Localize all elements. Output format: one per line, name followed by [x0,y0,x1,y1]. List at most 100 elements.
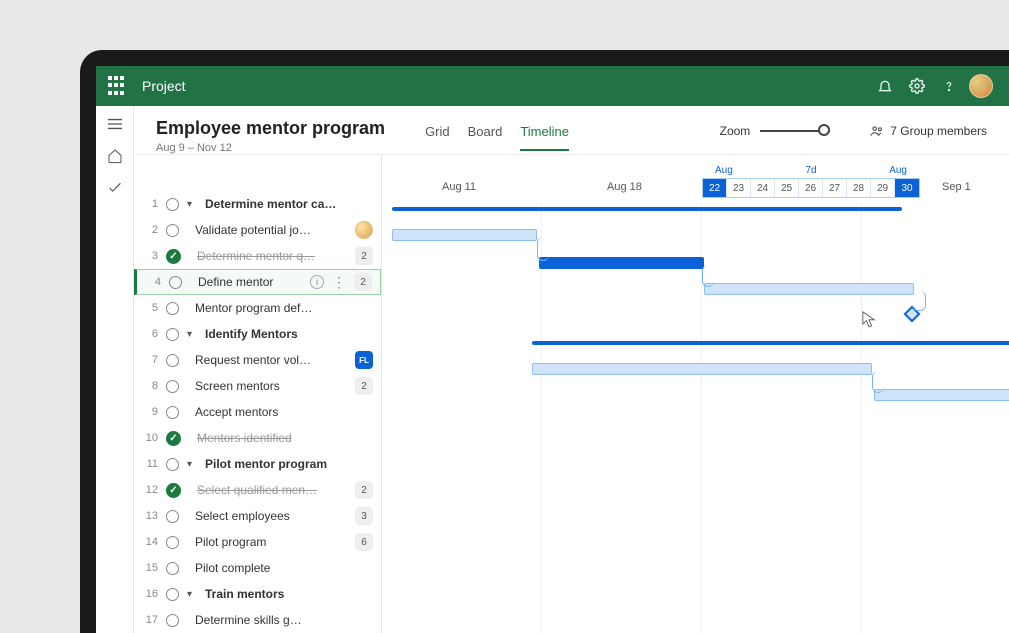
help-icon[interactable] [933,70,965,102]
row-number: 14 [142,536,158,548]
chevron-down-icon[interactable]: ▾ [187,589,197,600]
status-circle-icon[interactable] [166,458,179,471]
task-list: 1▾Determine mentor ca…2Validate potentia… [134,155,382,633]
settings-icon[interactable] [901,70,933,102]
task-name: Determine skills g… [195,613,373,627]
project-title: Employee mentor program [156,118,385,139]
task-row[interactable]: 3Determine mentor q…2 [134,243,381,269]
task-name: Train mentors [205,587,373,601]
date-range-picker[interactable]: Aug 7d Aug 222324252627282930 [702,165,920,198]
task-name: Pilot program [195,535,347,549]
assignee-avatar[interactable] [355,221,373,239]
task-name: Request mentor vol… [195,353,347,367]
tab-timeline[interactable]: Timeline [520,124,569,151]
status-done-icon[interactable] [166,431,181,446]
row-number: 3 [142,250,158,262]
app-launcher-icon[interactable] [108,76,128,96]
task-row[interactable]: 11▾Pilot mentor program [134,451,381,477]
task-name: Identify Mentors [205,327,373,341]
status-circle-icon[interactable] [166,588,179,601]
user-avatar[interactable] [965,70,997,102]
task-row[interactable]: 17Determine skills g… [134,607,381,633]
row-number: 7 [142,354,158,366]
count-badge: 2 [354,273,372,291]
gantt-bar[interactable] [392,229,537,241]
task-row[interactable]: 4Define mentori⋮2 [134,269,381,295]
dependency-link [912,291,926,311]
row-number: 13 [142,510,158,522]
calendar-day[interactable]: 27 [823,179,847,197]
status-circle-icon[interactable] [166,224,179,237]
row-number: 5 [142,302,158,314]
task-row[interactable]: 16 ▾ Train mentors [134,581,381,607]
task-row[interactable]: 14Pilot program6 [134,529,381,555]
task-row[interactable]: 7 Request mentor vol… FL [134,347,381,373]
status-circle-icon[interactable] [166,328,179,341]
gantt-bar[interactable] [704,283,914,295]
calendar-day[interactable]: 24 [751,179,775,197]
status-done-icon[interactable] [166,249,181,264]
chevron-down-icon[interactable]: ▾ [187,199,197,210]
tab-grid[interactable]: Grid [425,124,450,151]
gantt-body[interactable] [382,201,1009,633]
task-row[interactable]: 15Pilot complete [134,555,381,581]
calendar-day[interactable]: 30 [895,179,919,197]
task-row[interactable]: 1▾Determine mentor ca… [134,191,381,217]
task-row[interactable]: 5 Mentor program def… [134,295,381,321]
calendar-day[interactable]: 22 [703,179,727,197]
tab-board[interactable]: Board [468,124,503,151]
home-icon[interactable] [105,146,125,166]
view-tabs: Grid Board Timeline [425,118,569,151]
count-badge: FL [355,351,373,369]
status-circle-icon[interactable] [169,276,182,289]
gantt-summary-bar[interactable] [392,207,902,211]
task-name: Mentor program def… [195,301,373,315]
calendar-day[interactable]: 25 [775,179,799,197]
status-circle-icon[interactable] [166,406,179,419]
task-row[interactable]: 9Accept mentors [134,399,381,425]
calendar-day[interactable]: 29 [871,179,895,197]
task-row[interactable]: 8Screen mentors2 [134,373,381,399]
task-name: Define mentor [198,275,302,289]
calendar-day[interactable]: 23 [727,179,751,197]
hamburger-icon[interactable] [105,114,125,134]
task-row[interactable]: 6▾Identify Mentors [134,321,381,347]
status-circle-icon[interactable] [166,562,179,575]
task-row[interactable]: 13Select employees3 [134,503,381,529]
zoom-control[interactable]: Zoom [720,118,831,138]
count-badge: 2 [355,247,373,265]
row-number: 16 [142,588,158,600]
status-circle-icon[interactable] [166,380,179,393]
row-number: 8 [142,380,158,392]
calendar-day[interactable]: 26 [799,179,823,197]
status-circle-icon[interactable] [166,510,179,523]
zoom-slider[interactable] [760,130,830,132]
gantt-bar[interactable] [532,363,872,375]
status-circle-icon[interactable] [166,354,179,367]
calendar-day[interactable]: 28 [847,179,871,197]
gantt-bar[interactable] [874,389,1009,401]
status-circle-icon[interactable] [166,614,179,627]
status-circle-icon[interactable] [166,536,179,549]
task-name: Screen mentors [195,379,347,393]
more-icon[interactable]: ⋮ [332,274,346,291]
chevron-down-icon[interactable]: ▾ [187,329,197,340]
status-circle-icon[interactable] [166,302,179,315]
group-members-button[interactable]: 7 Group members [870,118,987,138]
timeline-date-3: Sep 1 [942,181,971,193]
checkmark-icon[interactable] [105,178,125,198]
task-row[interactable]: 10Mentors identified [134,425,381,451]
status-circle-icon[interactable] [166,198,179,211]
nav-rail [96,106,134,633]
dependency-link [537,237,549,261]
info-icon[interactable]: i [310,275,324,289]
gantt-bar[interactable] [539,257,704,269]
task-row[interactable]: 2Validate potential jo… [134,217,381,243]
chevron-down-icon[interactable]: ▾ [187,459,197,470]
status-done-icon[interactable] [166,483,181,498]
notifications-icon[interactable] [869,70,901,102]
timeline-chart[interactable]: Aug 11 Aug 18 Sep 1 Aug 7d Aug 222324252… [382,155,1009,633]
task-row[interactable]: 12Select qualified men…2 [134,477,381,503]
cursor-icon [862,311,876,329]
gantt-summary-bar[interactable] [532,341,1009,345]
